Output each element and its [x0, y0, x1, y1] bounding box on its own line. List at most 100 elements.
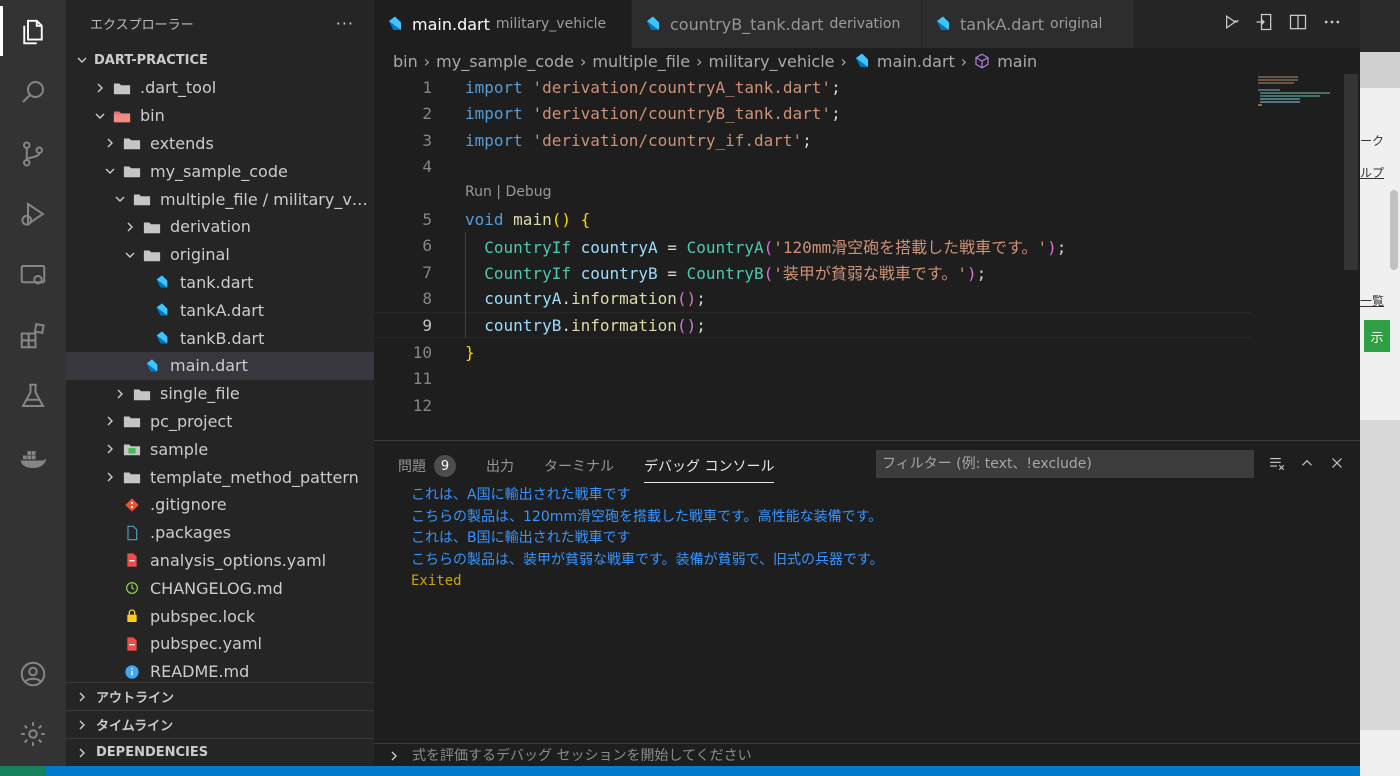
- code-token: 'derivation/countryA_tank.dart': [532, 77, 832, 97]
- tree-folder[interactable]: multiple_file / military_vehi...: [66, 185, 374, 213]
- tab-label: デバッグ コンソール: [644, 459, 775, 475]
- section-timeline[interactable]: タイムライン: [66, 710, 374, 738]
- info-icon: [122, 663, 142, 681]
- code-token: countryB: [484, 315, 562, 335]
- remote-explorer-icon[interactable]: [17, 260, 49, 292]
- tree-file[interactable]: pubspec.lock: [66, 602, 374, 630]
- chevron-right-icon: ›: [840, 51, 847, 71]
- more-actions-icon[interactable]: [1322, 12, 1342, 32]
- tab-debug-console[interactable]: デバッグ コンソール: [644, 451, 775, 483]
- run-debug-icon[interactable]: [17, 198, 49, 230]
- codelens-debug[interactable]: Debug: [505, 184, 551, 200]
- code-token: ;: [696, 289, 706, 309]
- background-scrollbar: [1390, 190, 1398, 270]
- tree-file[interactable]: tank.dart: [66, 269, 374, 297]
- tree-file[interactable]: .packages: [66, 519, 374, 547]
- code-token: ;: [831, 77, 841, 97]
- section-outline[interactable]: アウトライン: [66, 682, 374, 710]
- minimap[interactable]: [1252, 74, 1344, 120]
- tree-item-label: sample: [150, 439, 209, 459]
- testing-icon[interactable]: [17, 380, 49, 412]
- tree-folder[interactable]: original: [66, 241, 374, 269]
- source-control-icon[interactable]: [17, 138, 49, 170]
- tree-folder[interactable]: single_file: [66, 380, 374, 408]
- tree-file[interactable]: .gitignore: [66, 491, 374, 519]
- breadcrumb-item[interactable]: military_vehicle: [708, 52, 834, 71]
- breadcrumb-item[interactable]: bin: [393, 52, 418, 71]
- open-changes-icon[interactable]: [1254, 12, 1274, 32]
- tree-item-label: tank.dart: [180, 272, 254, 292]
- codelens-run[interactable]: Run: [465, 184, 492, 200]
- lock-icon: [122, 607, 142, 625]
- tree-file[interactable]: analysis_options.yaml: [66, 547, 374, 575]
- clear-console-icon[interactable]: [1268, 454, 1286, 476]
- tab-tanka[interactable]: tankA.dart original: [922, 0, 1134, 48]
- tab-countryb-tank[interactable]: countryB_tank.dart derivation: [632, 0, 922, 48]
- split-editor-icon[interactable]: [1288, 12, 1308, 32]
- close-icon[interactable]: [1328, 454, 1346, 476]
- tab-problems[interactable]: 問題 9: [398, 451, 456, 481]
- docker-icon[interactable]: [17, 442, 49, 474]
- tree-item-label: tankB.dart: [180, 328, 265, 348]
- editor-scrollbar[interactable]: [1344, 74, 1358, 270]
- section-dependencies[interactable]: DEPENDENCIES: [66, 738, 374, 766]
- console-line: これは、B国に輸出された戦車です: [411, 530, 631, 546]
- tree-folder[interactable]: extends: [66, 130, 374, 158]
- code-text: }: [465, 343, 475, 362]
- tree-file[interactable]: CHANGELOG.md: [66, 574, 374, 602]
- chevron-right-icon: ›: [696, 51, 703, 71]
- code-editor[interactable]: 1 import 'derivation/countryA_tank.dart';…: [374, 74, 1360, 440]
- tree-folder[interactable]: pc_project: [66, 408, 374, 436]
- breadcrumb-item[interactable]: main: [997, 52, 1037, 71]
- console-filter-input[interactable]: [876, 450, 1254, 478]
- search-icon[interactable]: [17, 76, 49, 108]
- tree-folder[interactable]: bin: [66, 102, 374, 130]
- tree-folder[interactable]: derivation: [66, 213, 374, 241]
- explorer-icon[interactable]: [17, 16, 49, 48]
- code-line: 10}: [374, 339, 1251, 365]
- tab-description: derivation: [829, 16, 901, 32]
- tab-label: countryB_tank.dart: [670, 14, 824, 34]
- console-line: これは、A国に輸出された戦車です: [411, 487, 631, 503]
- explorer-sidebar: エクスプローラー ··· DART-PRACTICE .dart_toolbin…: [66, 0, 374, 766]
- folder-icon: [112, 79, 132, 97]
- codelens: Run | Debug: [465, 184, 552, 200]
- tree-item-label: .dart_tool: [140, 78, 217, 98]
- tree-file[interactable]: tankB.dart: [66, 324, 374, 352]
- tab-main-dart[interactable]: main.dart military_vehicle: [374, 0, 632, 48]
- tree-file[interactable]: tankA.dart: [66, 296, 374, 324]
- code-token: CountryIf: [484, 237, 571, 257]
- extensions-icon[interactable]: [17, 320, 49, 352]
- project-root[interactable]: DART-PRACTICE: [66, 46, 374, 74]
- folder-icon: [122, 134, 142, 152]
- tree-folder[interactable]: template_method_pattern: [66, 463, 374, 491]
- settings-gear-icon[interactable]: [17, 718, 49, 750]
- tab-terminal[interactable]: ターミナル: [544, 451, 614, 481]
- chevron-right-icon: [112, 386, 128, 402]
- background-green-button: 示: [1364, 320, 1390, 352]
- code-token: import: [465, 130, 523, 150]
- tree-file[interactable]: pubspec.yaml: [66, 630, 374, 658]
- maximize-panel-icon[interactable]: [1298, 454, 1316, 476]
- breadcrumb-item[interactable]: main.dart: [877, 52, 955, 71]
- code-text: void main() {: [465, 210, 590, 229]
- more-actions-icon[interactable]: ···: [336, 14, 354, 33]
- breadcrumb-item[interactable]: my_sample_code: [436, 52, 574, 71]
- sidebar-header: エクスプローラー ···: [66, 0, 374, 46]
- remote-indicator[interactable]: [0, 766, 46, 776]
- account-icon[interactable]: [17, 658, 49, 690]
- dart-file-icon: [853, 52, 871, 70]
- breadcrumb-item[interactable]: multiple_file: [592, 52, 690, 71]
- repl-input[interactable]: [412, 747, 1312, 764]
- console-line: こちらの製品は、120mm滑空砲を搭載した戦車です。高性能な装備です。: [411, 508, 883, 525]
- tree-folder[interactable]: .dart_tool: [66, 74, 374, 102]
- dart-file-icon: [142, 357, 162, 375]
- tree-folder[interactable]: sample: [66, 435, 374, 463]
- run-debug-dropdown-icon[interactable]: [1220, 12, 1240, 32]
- tree-file[interactable]: main.dart: [66, 351, 374, 380]
- tab-output[interactable]: 出力: [486, 451, 514, 481]
- tree-folder[interactable]: my_sample_code: [66, 157, 374, 185]
